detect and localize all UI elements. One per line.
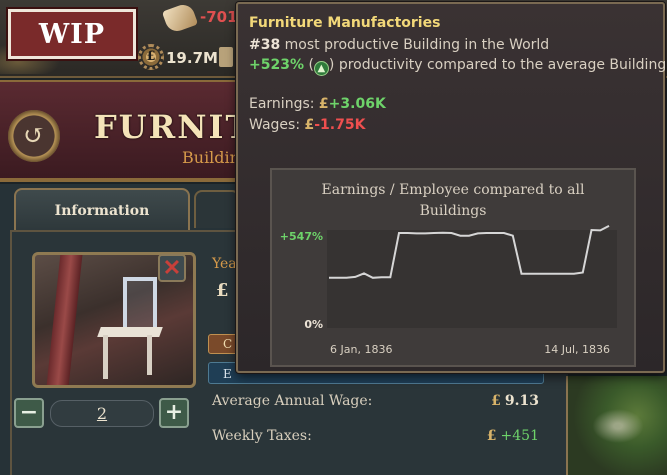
back-button[interactable]: ↺ [8, 110, 60, 162]
average-wage-label: Average Annual Wage: [212, 393, 373, 409]
coin-icon: £ [318, 96, 329, 112]
weekly-taxes-value: £ +451 [487, 428, 539, 444]
x-tick-label: 6 Jan, 1836 [330, 343, 392, 356]
coin-icon: £ [491, 393, 501, 409]
up-arrow-icon: ▲ [313, 61, 329, 76]
wages-label: Wages: [249, 117, 301, 133]
increase-level-button[interactable]: + [159, 398, 189, 428]
wages-value: -1.75K [314, 117, 366, 133]
chair-leg [103, 335, 108, 379]
money-symbol: £ [146, 49, 156, 64]
money-value: 19.7M [166, 49, 218, 67]
y-tick-label: 0% [304, 318, 323, 331]
earnings-label: Earnings: [249, 96, 315, 112]
tab-secondary[interactable] [194, 190, 240, 228]
back-arrow-icon: ↺ [23, 121, 45, 151]
wages-line: Wages: £-1.75K [249, 117, 365, 133]
y-tick-label: +547% [280, 230, 323, 243]
average-wage-value: £9.13 [491, 393, 539, 409]
feather-icon [161, 1, 199, 35]
chart-svg: +547% 0% 6 Jan, 1836 14 Jul, 1836 [280, 225, 617, 356]
weekly-taxes-label: Weekly Taxes: [212, 428, 312, 444]
productivity-line: +523% (▲) productivity compared to the a… [249, 57, 666, 76]
tab-information[interactable]: Information [14, 188, 190, 230]
earnings-value: +3.06K [328, 96, 386, 112]
chart-plot-area [327, 230, 617, 328]
average-wage-amount: 9.13 [504, 393, 539, 409]
x-tick-label: 14 Jul, 1836 [544, 343, 610, 356]
coin-icon: £ [304, 117, 315, 133]
level-stepper-value[interactable]: 2 [50, 400, 154, 427]
pillar-shape [45, 255, 83, 385]
rank-number: #38 [249, 37, 281, 53]
wip-label: WIP [6, 7, 138, 61]
close-icon: ✕ [162, 255, 182, 281]
rank-line: #38 most productive Building in the Worl… [249, 37, 549, 53]
coin-icon: £ [486, 428, 497, 444]
side-money-symbol: £ [216, 280, 229, 301]
productivity-text: ) productivity compared to the average B… [328, 57, 667, 73]
building-subtitle: Buildin [182, 148, 240, 167]
tooltip-title: Furniture Manufactories [249, 15, 441, 31]
weekly-taxes-amount: +451 [500, 428, 539, 444]
orange-button[interactable]: C [208, 334, 238, 354]
decrease-level-button[interactable]: − [14, 398, 44, 428]
scroll-icon [219, 47, 233, 67]
earnings-chart: Earnings / Employee compared to all Buil… [270, 168, 636, 367]
chair-back [123, 277, 157, 329]
chair-leg [147, 335, 152, 375]
paren-open: ( [308, 57, 314, 73]
rank-text: most productive Building in the World [284, 37, 550, 53]
remove-building-button[interactable]: ✕ [158, 254, 186, 282]
side-label: Yea [212, 256, 237, 272]
productivity-tooltip: Furniture Manufactories #38 most product… [236, 2, 666, 373]
top-resource-value: -701 [200, 8, 238, 26]
earnings-line: Earnings: £+3.06K [249, 96, 386, 112]
world-map-strip[interactable] [566, 376, 667, 475]
productivity-percent: +523% [249, 57, 304, 73]
